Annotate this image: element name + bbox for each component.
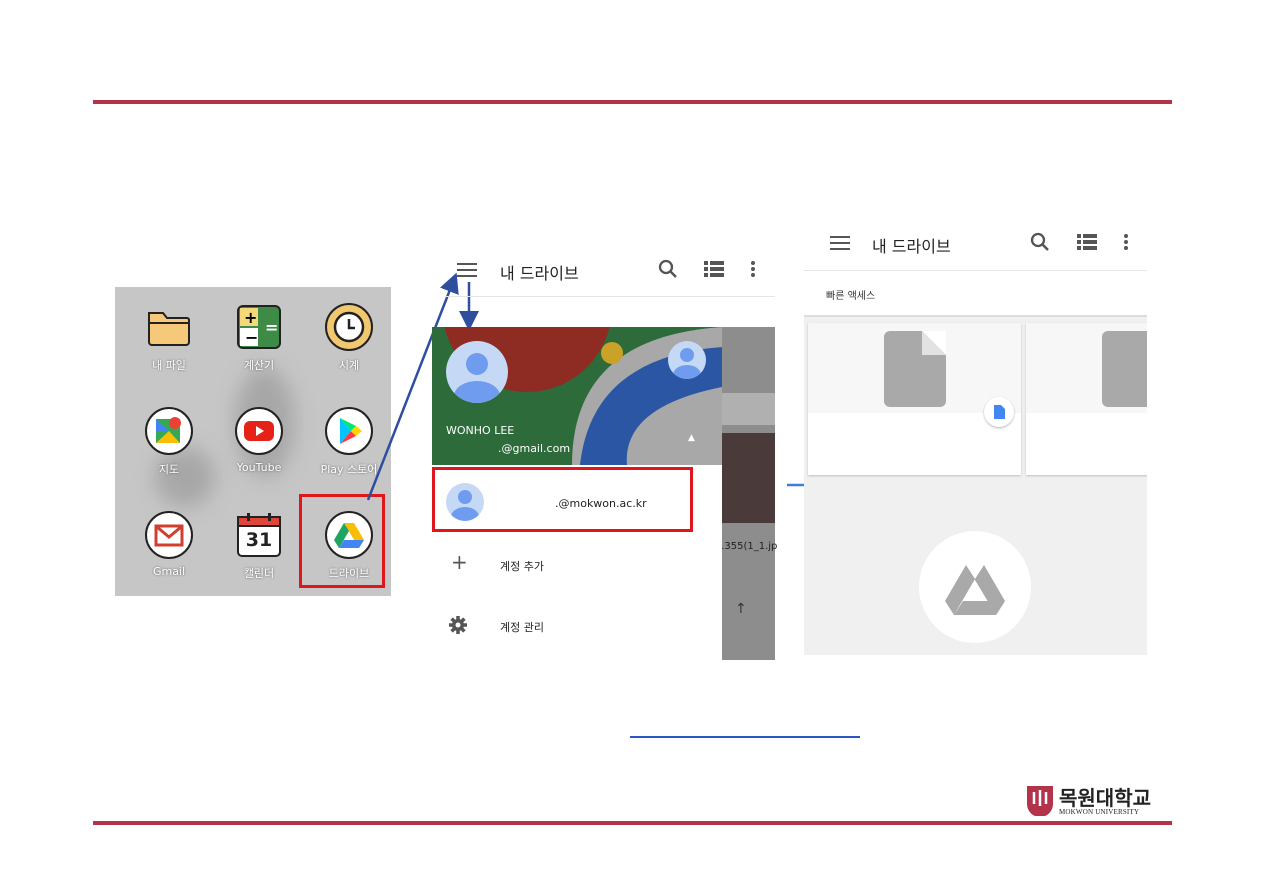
- manage-accounts-item[interactable]: 계정 관리: [445, 613, 715, 639]
- more-options-icon[interactable]: [1123, 233, 1129, 255]
- gear-icon: [448, 615, 468, 639]
- more-options-icon[interactable]: [750, 260, 756, 282]
- account-highlight-box: [432, 467, 693, 532]
- drawer-topbar: 내 드라이브: [445, 252, 775, 297]
- account-header-card: WONHO LEE .@gmail.com ▲: [432, 327, 722, 465]
- caption-link-underline[interactable]: [630, 736, 860, 738]
- add-account-label: 계정 추가: [500, 560, 544, 573]
- search-icon[interactable]: [1030, 232, 1050, 256]
- quick-access-label: 빠른 액세스: [826, 291, 876, 302]
- drive-topbar: 내 드라이브: [804, 222, 1147, 271]
- list-view-icon[interactable]: [1077, 234, 1097, 254]
- university-logo: 목원대학교 MOKWON UNIVERSITY: [1007, 780, 1167, 822]
- drawer-app-title: 내 드라이브: [500, 264, 579, 283]
- hamburger-menu-icon[interactable]: [457, 261, 477, 283]
- search-icon[interactable]: [658, 259, 678, 283]
- drawer-scrim: 1355(1_1.jp ↑: [718, 327, 777, 660]
- list-view-icon[interactable]: [704, 261, 724, 281]
- file-corner: [922, 331, 946, 355]
- drive-home-panel: 내 드라이브 빠른 액세스: [804, 222, 1147, 655]
- mokwon-emblem-icon: [1027, 786, 1053, 816]
- doc-type-icon: [984, 397, 1014, 427]
- quick-access-bar: 빠른 액세스: [804, 271, 1147, 317]
- quick-access-card[interactable]: [1026, 323, 1147, 475]
- quick-access-card[interactable]: [808, 323, 1021, 475]
- university-name-kr: 목원대학교: [1059, 786, 1151, 810]
- user-name: WONHO LEE: [446, 424, 515, 437]
- secondary-account-avatar[interactable]: [668, 341, 706, 379]
- file-icon: [1102, 331, 1147, 407]
- plus-icon: +: [451, 550, 468, 574]
- drive-app-title: 내 드라이브: [872, 237, 951, 256]
- arrow-up-icon: ↑: [735, 601, 747, 617]
- hamburger-menu-icon[interactable]: [830, 234, 850, 256]
- drive-empty-logo: [919, 531, 1031, 643]
- manage-accounts-label: 계정 관리: [500, 621, 544, 634]
- user-avatar[interactable]: [446, 341, 508, 403]
- university-name-en: MOKWON UNIVERSITY: [1059, 808, 1140, 816]
- expand-accounts-icon[interactable]: ▲: [688, 433, 695, 443]
- bg-file-name: 1355(1_1.jp: [718, 541, 778, 552]
- user-email: .@gmail.com: [498, 442, 571, 455]
- add-account-item[interactable]: + 계정 추가: [445, 550, 715, 578]
